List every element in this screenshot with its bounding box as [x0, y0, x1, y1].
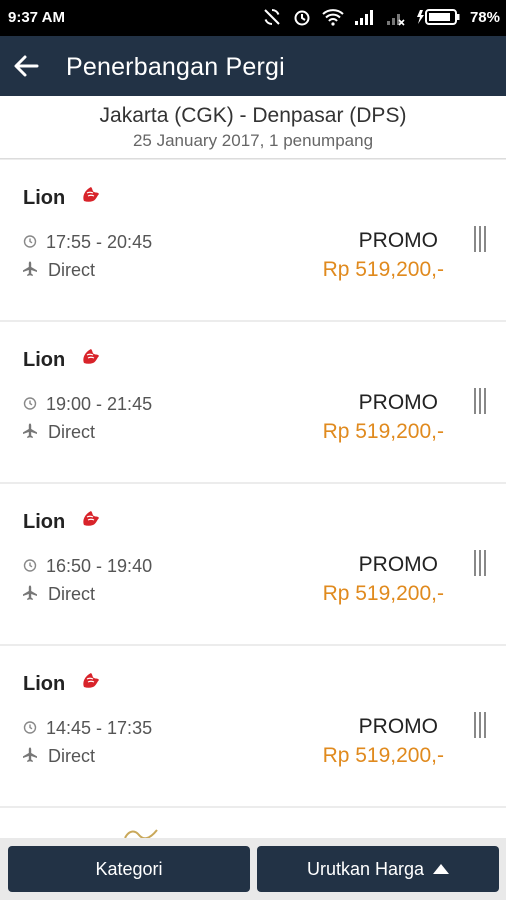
flight-time: 16:50 - 19:40: [46, 556, 153, 576]
battery-percentage: 78%: [469, 8, 500, 26]
drag-handle-icon[interactable]: [474, 712, 486, 738]
drag-handle-icon[interactable]: [474, 388, 486, 414]
lion-air-logo-icon: [83, 511, 99, 526]
airplane-icon: [23, 261, 37, 276]
drag-handle-icon[interactable]: [474, 550, 486, 576]
category-button[interactable]: Kategori: [8, 846, 250, 892]
airline-name: Lion: [23, 349, 66, 371]
category-button-label: Kategori: [95, 858, 163, 879]
lion-air-logo-icon: [83, 187, 99, 202]
clock-icon: [23, 721, 37, 734]
flight-card[interactable]: Lion 19:00 - 21:45 Direct PROMO Rp 519,2…: [0, 322, 506, 482]
flight-price: Rp 519,200,-: [322, 420, 444, 443]
route-summary: Jakarta (CGK) - Denpasar (DPS) 25 Januar…: [0, 96, 506, 159]
status-bar: 9:37 AM 78%: [0, 0, 506, 36]
fare-class: PROMO: [358, 553, 438, 576]
fare-class: PROMO: [358, 391, 438, 414]
flight-card[interactable]: Lion 14:45 - 17:35 Direct PROMO Rp 519,2…: [0, 646, 506, 806]
airplane-icon: [23, 747, 37, 762]
flight-stops: Direct: [48, 584, 96, 604]
status-icons: 78%: [262, 7, 500, 27]
lion-air-logo-icon: [83, 349, 99, 364]
route-cities: Jakarta (CGK) - Denpasar (DPS): [99, 104, 407, 127]
clock-icon: [23, 397, 37, 410]
airline-name: Lion: [23, 187, 66, 209]
airline-name: Lion: [23, 511, 66, 533]
alarm-icon: [294, 10, 310, 26]
flight-time: 19:00 - 21:45: [46, 394, 153, 414]
airplane-icon: [23, 585, 37, 600]
clock-icon: [23, 559, 37, 572]
battery-icon: [416, 9, 460, 25]
sort-ascending-icon: [433, 864, 450, 874]
airline-name: Lion: [23, 673, 66, 695]
flight-stops: Direct: [48, 422, 96, 442]
status-time: 9:37 AM: [8, 9, 65, 26]
flight-card[interactable]: Lion 17:55 - 20:45 Direct PROMO Rp 519,2…: [0, 160, 506, 320]
route-date-passengers: 25 January 2017, 1 penumpang: [132, 131, 374, 150]
lion-air-logo-icon: [83, 673, 99, 688]
flight-time: 17:55 - 20:45: [46, 232, 153, 252]
back-arrow-icon[interactable]: [10, 50, 42, 82]
page-title: Penerbangan Pergi: [66, 53, 285, 81]
clock-icon: [23, 235, 37, 248]
app-bar: Penerbangan Pergi: [0, 36, 506, 96]
drag-handle-icon[interactable]: [474, 226, 486, 252]
sort-button-label: Urutkan Harga: [306, 858, 425, 879]
sync-off-icon: [264, 9, 280, 25]
signal-icon: [354, 10, 373, 25]
flight-card[interactable]: Lion 16:50 - 19:40 Direct PROMO Rp 519,2…: [0, 484, 506, 644]
flight-price: Rp 519,200,-: [322, 744, 444, 767]
fare-class: PROMO: [358, 715, 438, 738]
no-signal-icon: [386, 14, 405, 26]
sort-price-button[interactable]: Urutkan Harga: [257, 846, 499, 892]
flight-time: 14:45 - 17:35: [46, 718, 153, 738]
wifi-icon: [322, 9, 344, 26]
flight-stops: Direct: [48, 746, 96, 766]
fare-class: PROMO: [358, 229, 438, 252]
bottom-action-bar: Kategori Urutkan Harga: [0, 838, 506, 900]
flight-price: Rp 519,200,-: [322, 582, 444, 605]
flight-stops: Direct: [48, 260, 96, 280]
airplane-icon: [23, 423, 37, 438]
flight-price: Rp 519,200,-: [322, 258, 444, 281]
